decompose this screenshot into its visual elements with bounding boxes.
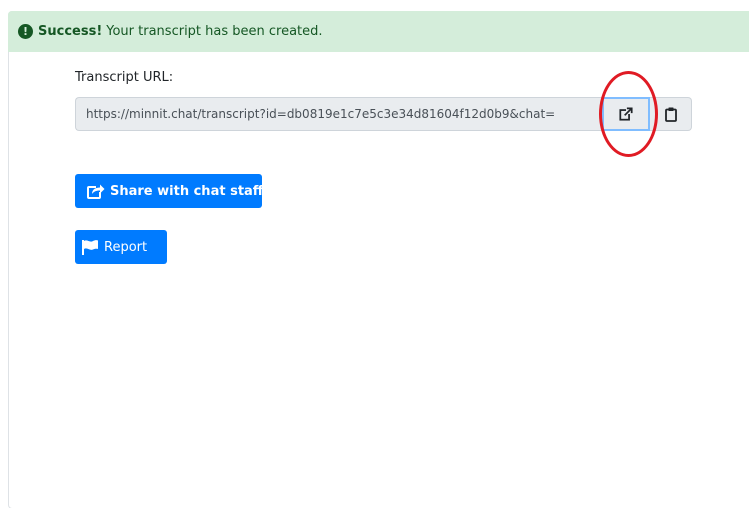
page: ! Success! Your transcript has been crea… [0, 0, 749, 508]
alert-title: Success! [38, 24, 103, 39]
transcript-url-group: https://minnit.chat/transcript?id=db0819… [75, 97, 692, 131]
open-transcript-button[interactable] [602, 97, 650, 131]
report-button-label: Report [104, 239, 148, 255]
copy-url-button[interactable] [650, 97, 692, 131]
transcript-url-label: Transcript URL: [75, 70, 174, 85]
share-with-chat-staff-button[interactable]: Share with chat staff [75, 174, 264, 208]
success-alert: ! Success! Your transcript has been crea… [8, 11, 749, 52]
exclamation-circle-icon: ! [18, 24, 33, 39]
alert-message: Your transcript has been created. [106, 24, 323, 39]
clipboard-icon [664, 107, 677, 122]
report-button[interactable]: Report [75, 230, 167, 264]
external-link-icon [619, 107, 633, 121]
share-square-icon [87, 183, 105, 199]
flag-icon [82, 240, 98, 255]
share-button-label: Share with chat staff [110, 183, 264, 199]
transcript-url-field[interactable]: https://minnit.chat/transcript?id=db0819… [75, 97, 602, 131]
